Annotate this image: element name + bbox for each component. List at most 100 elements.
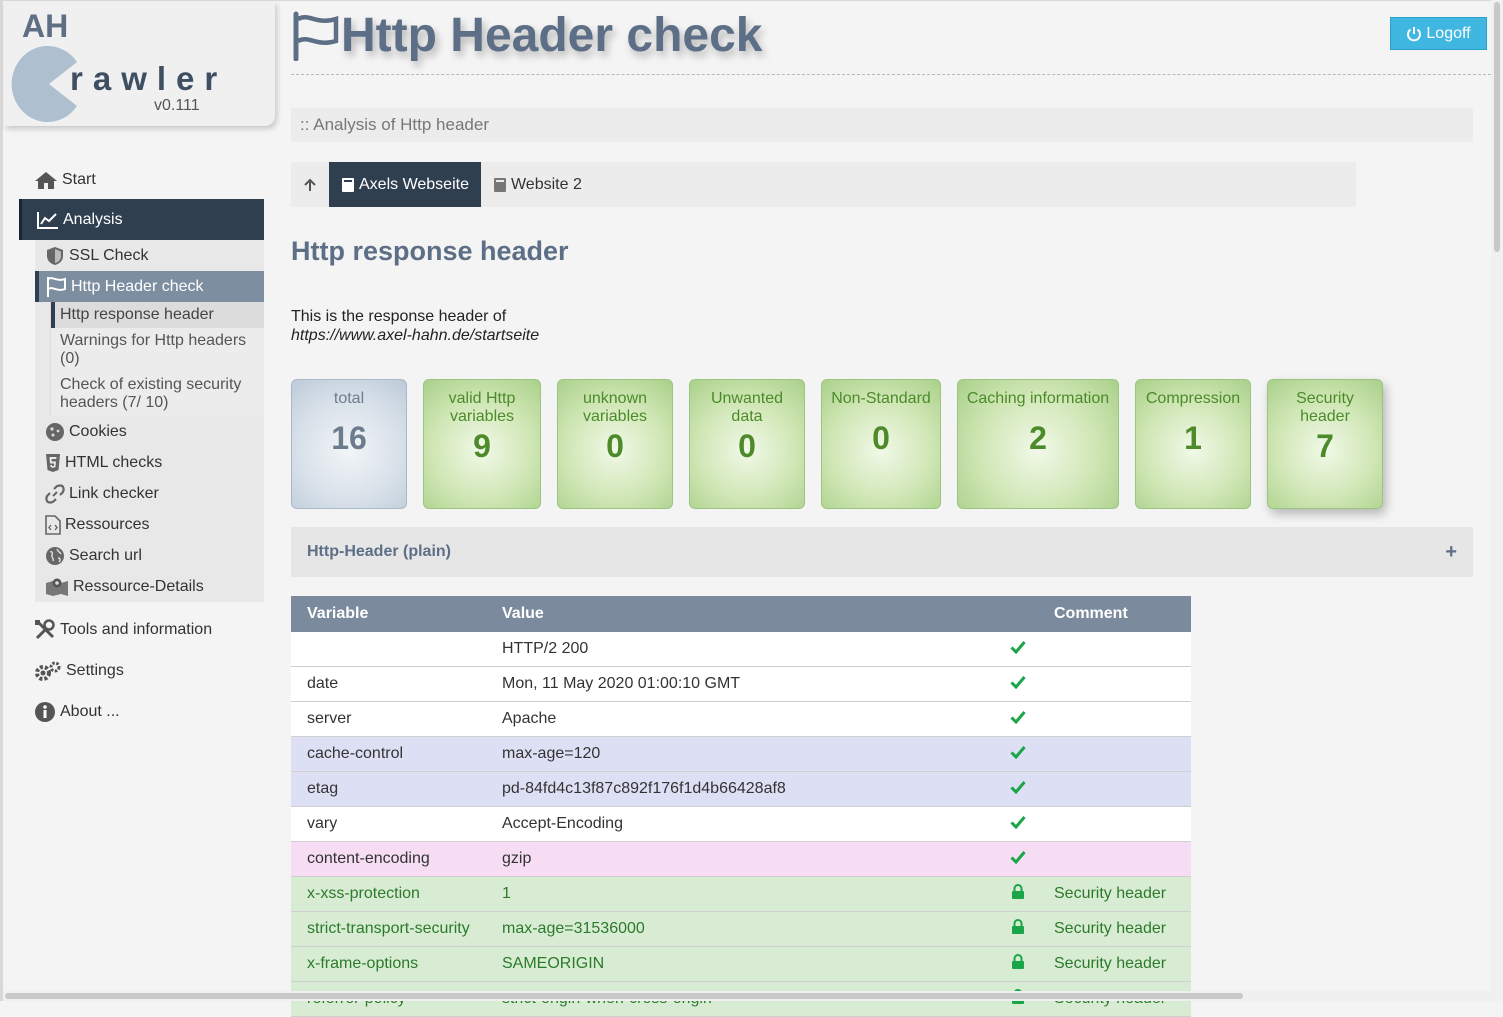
column-header[interactable]: Variable [291, 596, 486, 632]
sidebar-item-analysis[interactable]: Analysis [19, 199, 264, 240]
sidebar-item-security-headers[interactable]: Check of existing security headers (7/ 1… [51, 372, 264, 416]
table-cell [1038, 631, 1191, 667]
sidebar-item-http-header-check[interactable]: Http Header check [35, 271, 264, 302]
sidebar-item-warnings[interactable]: Warnings for Http headers (0) [51, 328, 264, 372]
sidebar-item-label: About ... [60, 702, 120, 720]
sidebar-item-settings[interactable]: Settings [19, 651, 264, 690]
lock-icon [998, 946, 1038, 982]
flag-icon [293, 11, 339, 61]
up-button[interactable] [291, 162, 329, 207]
intro-text: This is the response header of [291, 308, 507, 325]
sidebar-item-label: Cookies [69, 422, 127, 440]
check-icon [998, 631, 1038, 667]
sidebar-item-label: Tools and information [60, 620, 213, 638]
sidebar-item-ressources[interactable]: Ressources [35, 509, 264, 540]
app-logo[interactable]: AH rawler v0.111 [4, 2, 275, 126]
sidebar-item-resource-details[interactable]: Ressource-Details [35, 571, 264, 602]
tab-website-2[interactable]: Website 2 [481, 162, 594, 207]
tile-caching-information[interactable]: Caching information 2 [957, 379, 1119, 509]
table-cell [1038, 771, 1191, 807]
table-cell: HTTP/2 200 [486, 631, 998, 667]
info-icon [35, 701, 55, 722]
table-cell: Security header [1038, 946, 1191, 982]
tile-value: 1 [1184, 420, 1202, 456]
check-icon [998, 771, 1038, 807]
table-cell: SAMEORIGIN [486, 946, 998, 982]
book-icon [342, 177, 354, 192]
tile-label: Caching information [966, 390, 1110, 407]
tile-label: Security header [1296, 390, 1354, 425]
table-row: x-xss-protection 1 Security header [291, 876, 1191, 912]
column-header[interactable]: Comment [1038, 596, 1191, 632]
sidebar-item-html-checks[interactable]: HTML checks [35, 447, 264, 478]
table-cell: x-xss-protection [291, 876, 486, 912]
tile-label: unknown variables [582, 390, 648, 425]
tab-label: Axels Webseite [359, 175, 469, 193]
flag-icon [47, 276, 66, 297]
table-cell [1038, 701, 1191, 737]
lock-icon [998, 876, 1038, 912]
table-cell: 1 [486, 876, 998, 912]
sidebar-item-ssl-check[interactable]: SSL Check [35, 240, 264, 271]
tab-axels-webseite[interactable]: Axels Webseite [329, 162, 481, 207]
sidebar-item-label: Start [62, 170, 96, 188]
scrollbar-thumb[interactable] [5, 993, 1243, 999]
tile-non-standard[interactable]: Non-Standard 0 [821, 379, 941, 509]
table-cell: x-frame-options [291, 946, 486, 982]
tile-valid-http-variables[interactable]: valid Http variables 9 [423, 379, 541, 509]
window-border-top [0, 0, 1503, 1]
table-row: cache-control max-age=120 [291, 736, 1191, 772]
tile-total[interactable]: total 16 [291, 379, 407, 509]
home-icon [35, 171, 57, 189]
check-icon [998, 736, 1038, 772]
vertical-scrollbar[interactable] [1491, 0, 1503, 1001]
tile-unwanted-data[interactable]: Unwanted data 0 [689, 379, 805, 509]
column-header[interactable]: Value [486, 596, 998, 632]
title-divider [291, 74, 1501, 75]
scrollbar-thumb[interactable] [1494, 2, 1500, 252]
sidebar-item-cookies[interactable]: Cookies [35, 416, 264, 447]
table-cell: cache-control [291, 736, 486, 772]
sidebar-item-label: Analysis [63, 210, 123, 228]
check-icon [998, 806, 1038, 842]
http-header-plain-accordion[interactable]: Http-Header (plain) + [291, 527, 1473, 577]
power-icon [1407, 26, 1422, 41]
logo-word: rawler [70, 60, 228, 97]
table-cell: max-age=120 [486, 736, 998, 772]
table-row: etag pd-84fd4c13f87c892f176f1d4b66428af8 [291, 771, 1191, 807]
sidebar-item-search-url[interactable]: Search url [35, 540, 264, 571]
tile-unknown-variables[interactable]: unknown variables 0 [557, 379, 673, 509]
intro-url: https://www.axel-hahn.de/startseite [291, 327, 540, 344]
gears-icon [35, 661, 61, 681]
sidebar-item-about[interactable]: About ... [19, 692, 264, 731]
table-cell: etag [291, 771, 486, 807]
tab-label: Website 2 [510, 175, 582, 193]
table-row: content-encoding gzip [291, 841, 1191, 877]
horizontal-scrollbar[interactable] [3, 991, 1491, 1001]
arrow-up-icon [304, 178, 316, 191]
sidebar-item-start[interactable]: Start [19, 160, 264, 199]
link-icon [45, 483, 65, 504]
table-cell: Accept-Encoding [486, 806, 998, 842]
accordion-label: Http-Header (plain) [307, 543, 451, 560]
sidebar-item-label: Search url [69, 546, 142, 564]
tile-security-header[interactable]: Security header 7 [1267, 379, 1383, 509]
tile-label: valid Http variables [448, 390, 516, 425]
table-cell: gzip [486, 841, 998, 877]
tile-compression[interactable]: Compression 1 [1135, 379, 1251, 509]
table-row: HTTP/2 200 [291, 631, 1191, 667]
tile-label: total [333, 390, 365, 407]
intro: This is the response header of https://w… [291, 307, 539, 345]
table-cell: pd-84fd4c13f87c892f176f1d4b66428af8 [486, 771, 998, 807]
tile-value: 2 [1029, 420, 1047, 456]
tile-value: 0 [872, 420, 890, 456]
check-icon [998, 841, 1038, 877]
app-version: v0.111 [154, 97, 200, 114]
sidebar-item-tools[interactable]: Tools and information [19, 610, 264, 649]
logoff-button[interactable]: Logoff [1390, 17, 1487, 50]
table-row: x-frame-options SAMEORIGIN Security header [291, 946, 1191, 982]
map-pin-icon [46, 578, 68, 596]
page-subtitle: :: Analysis of Http header [291, 108, 1473, 142]
sidebar-item-link-checker[interactable]: Link checker [35, 478, 264, 509]
sidebar-item-http-response-header[interactable]: Http response header [51, 302, 264, 328]
